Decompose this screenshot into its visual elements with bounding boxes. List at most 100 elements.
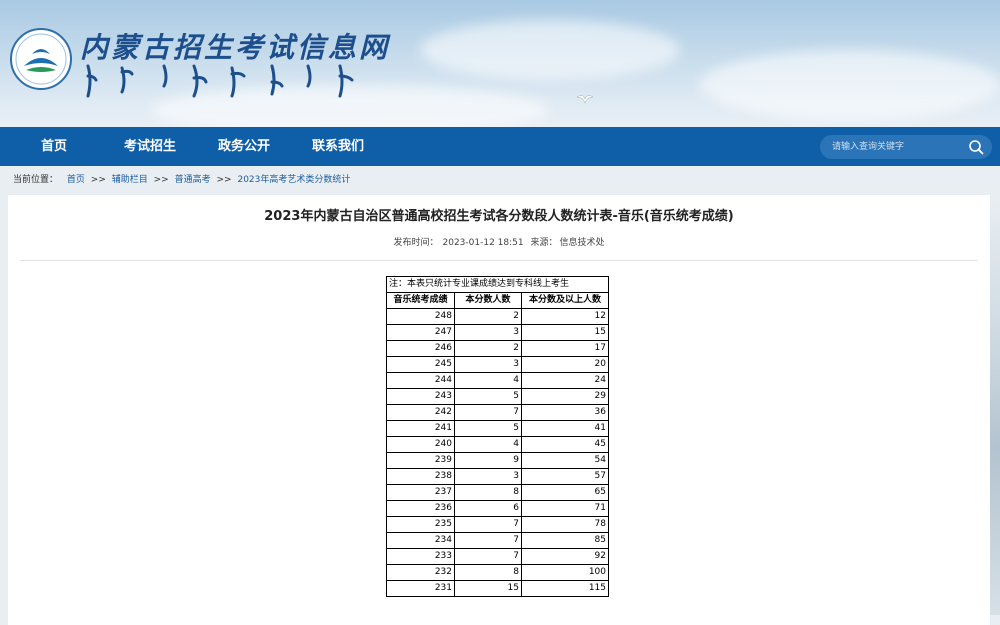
cell-count: 9 [454, 452, 522, 469]
site-logo-icon[interactable] [10, 28, 72, 90]
breadcrumb-link-auxiliary[interactable]: 辅助栏目 [112, 166, 148, 194]
header-count: 本分数人数 [454, 292, 522, 309]
nav-item-home[interactable]: 首页 [41, 127, 67, 166]
site-title: 内蒙古招生考试信息网 [80, 31, 391, 64]
cell-cumulative: 65 [521, 484, 609, 501]
table-row: 234 7 85 [386, 532, 609, 549]
table-row: 235 7 78 [386, 516, 609, 533]
cell-score: 231 [386, 580, 455, 597]
seagull-icon [576, 95, 594, 104]
cell-score: 241 [386, 420, 455, 437]
cloud-decor [420, 20, 680, 80]
cell-cumulative: 115 [521, 580, 609, 597]
breadcrumb-separator: >> [90, 175, 106, 185]
cell-cumulative: 15 [521, 324, 609, 341]
cell-score: 235 [386, 516, 455, 533]
cell-score: 236 [386, 500, 455, 517]
cell-score: 237 [386, 484, 455, 501]
cell-count: 3 [454, 324, 522, 341]
breadcrumb-separator: >> [153, 175, 169, 185]
cell-score: 233 [386, 548, 455, 565]
cell-score: 247 [386, 324, 455, 341]
breadcrumb-prefix: 当前位置： [13, 175, 59, 185]
table-row: 240 4 45 [386, 436, 609, 453]
nav-item-government-affairs[interactable]: 政务公开 [218, 127, 270, 166]
score-distribution-table: 注：本表只统计专业课成绩达到专科线上考生 音乐统考成绩 本分数人数 本分数及以上… [386, 276, 609, 597]
cell-count: 2 [454, 308, 522, 325]
table-row: 231 15 115 [386, 580, 609, 597]
cell-score: 239 [386, 452, 455, 469]
table-row: 248 2 12 [386, 308, 609, 325]
cell-cumulative: 17 [521, 340, 609, 357]
cell-count: 7 [454, 404, 522, 421]
source-label: 来源： [530, 238, 558, 248]
table-note-row: 注：本表只统计专业课成绩达到专科线上考生 [386, 276, 609, 293]
breadcrumb-link-gaokao[interactable]: 普通高考 [175, 166, 211, 194]
cell-score: 234 [386, 532, 455, 549]
search-icon[interactable] [968, 139, 984, 155]
table-row: 243 5 29 [386, 388, 609, 405]
cell-cumulative: 29 [521, 388, 609, 405]
cell-cumulative: 78 [521, 516, 609, 533]
table-row: 242 7 36 [386, 404, 609, 421]
cell-cumulative: 71 [521, 500, 609, 517]
cell-score: 232 [386, 564, 455, 581]
article-meta: 发布时间： 2023-01-12 18:51 来源： 信息技术处 [8, 235, 990, 248]
table-row: 236 6 71 [386, 500, 609, 517]
cell-count: 7 [454, 516, 522, 533]
nav-item-contact-us[interactable]: 联系我们 [312, 127, 364, 166]
divider [20, 260, 978, 261]
cell-cumulative: 45 [521, 436, 609, 453]
cell-count: 4 [454, 436, 522, 453]
cell-score: 246 [386, 340, 455, 357]
cell-count: 5 [454, 388, 522, 405]
cell-count: 7 [454, 532, 522, 549]
cell-score: 243 [386, 388, 455, 405]
table-row: 232 8 100 [386, 564, 609, 581]
header-score: 音乐统考成绩 [386, 292, 455, 309]
header-cumulative: 本分数及以上人数 [521, 292, 609, 309]
cell-score: 240 [386, 436, 455, 453]
table-row: 244 4 24 [386, 372, 609, 389]
breadcrumb-link-home[interactable]: 首页 [67, 166, 85, 194]
source-name: 信息技术处 [559, 238, 605, 248]
cell-score: 238 [386, 468, 455, 485]
table-row: 241 5 41 [386, 420, 609, 437]
table-row: 237 8 65 [386, 484, 609, 501]
cell-count: 3 [454, 468, 522, 485]
search-box [820, 135, 992, 159]
cell-count: 6 [454, 500, 522, 517]
cell-count: 8 [454, 564, 522, 581]
cell-score: 248 [386, 308, 455, 325]
cell-count: 3 [454, 356, 522, 373]
breadcrumb-separator: >> [216, 175, 232, 185]
cell-cumulative: 54 [521, 452, 609, 469]
cell-cumulative: 24 [521, 372, 609, 389]
cloud-decor [700, 50, 1000, 120]
cell-cumulative: 20 [521, 356, 609, 373]
cell-cumulative: 36 [521, 404, 609, 421]
breadcrumb-link-art-stats[interactable]: 2023年高考艺术类分数统计 [237, 166, 350, 194]
cell-cumulative: 12 [521, 308, 609, 325]
table-row: 247 3 15 [386, 324, 609, 341]
table-body: 248 2 12 247 3 15 246 2 17 245 3 20 244 4 24 243 5 29 242 7… [386, 308, 609, 597]
cell-count: 2 [454, 340, 522, 357]
cell-count: 8 [454, 484, 522, 501]
cell-cumulative: 100 [521, 564, 609, 581]
cell-cumulative: 41 [521, 420, 609, 437]
cell-count: 4 [454, 372, 522, 389]
table-note: 注：本表只统计专业课成绩达到专科线上考生 [386, 276, 609, 293]
side-decor [990, 195, 1000, 615]
nav-item-exam-admission[interactable]: 考试招生 [124, 127, 176, 166]
table-row: 239 9 54 [386, 452, 609, 469]
table-header-row: 音乐统考成绩 本分数人数 本分数及以上人数 [386, 292, 609, 309]
site-header: 内蒙古招生考试信息网 [0, 0, 1000, 127]
cell-score: 245 [386, 356, 455, 373]
cell-count: 15 [454, 580, 522, 597]
table-row: 233 7 92 [386, 548, 609, 565]
cell-cumulative: 85 [521, 532, 609, 549]
cell-count: 5 [454, 420, 522, 437]
table-row: 245 3 20 [386, 356, 609, 373]
search-input[interactable] [832, 135, 962, 159]
cell-score: 242 [386, 404, 455, 421]
